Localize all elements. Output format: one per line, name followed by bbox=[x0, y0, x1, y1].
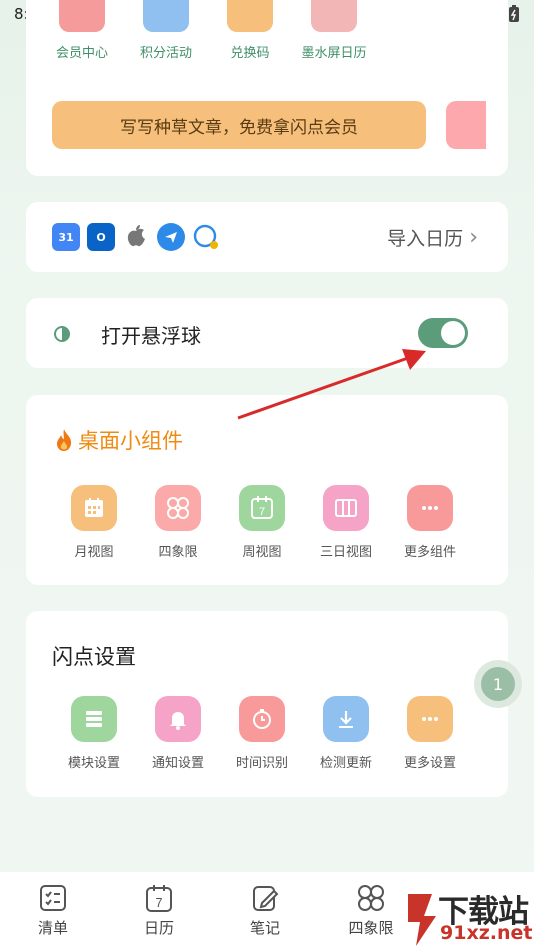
nav-checklist[interactable]: 清单 bbox=[0, 872, 106, 950]
floating-ball[interactable]: 1 bbox=[474, 660, 522, 708]
widgets-title: 桌面小组件 bbox=[54, 425, 183, 455]
setting-notification[interactable]: 通知设置 bbox=[136, 696, 220, 771]
bell-icon bbox=[155, 696, 201, 742]
member-card: 会员中心 积分活动 兑换码 墨水屏日历 写写种草文章，免费拿闪点会员 bbox=[26, 0, 508, 176]
chat-sync-icon bbox=[192, 223, 220, 251]
more-icon bbox=[407, 485, 453, 531]
setting-more[interactable]: 更多设置 bbox=[388, 696, 472, 771]
quick-item-label: 会员中心 bbox=[55, 46, 108, 61]
site-watermark: 下载站 91xz.net bbox=[402, 886, 534, 950]
widget-label: 周视图 bbox=[242, 545, 282, 560]
calendar-7-icon: 7 bbox=[239, 485, 285, 531]
floating-ball-icon bbox=[54, 326, 70, 342]
floating-ball-toggle[interactable] bbox=[418, 318, 468, 348]
quadrant-icon bbox=[155, 485, 201, 531]
member-center-icon bbox=[59, 0, 105, 32]
widget-label: 四象限 bbox=[158, 545, 198, 560]
widget-label: 月视图 bbox=[74, 545, 114, 560]
import-calendar-label: 导入日历 bbox=[387, 228, 464, 250]
points-star-icon bbox=[143, 0, 189, 32]
floating-ball-count: 1 bbox=[481, 667, 515, 701]
calendar-day-number: 7 bbox=[155, 895, 162, 910]
quick-entry-row: 会员中心 积分活动 兑换码 墨水屏日历 bbox=[40, 0, 376, 61]
setting-label: 模块设置 bbox=[67, 756, 120, 771]
widget-month-view[interactable]: 月视图 bbox=[52, 485, 136, 560]
promo-banner-next[interactable] bbox=[446, 101, 486, 149]
widget-quadrant[interactable]: 四象限 bbox=[136, 485, 220, 560]
quick-item-redeem-code[interactable]: 兑换码 bbox=[208, 0, 292, 61]
quick-item-label: 兑换码 bbox=[230, 46, 270, 61]
chevron-right-icon: › bbox=[469, 225, 478, 250]
fire-icon bbox=[57, 429, 72, 451]
quick-item-member-center[interactable]: 会员中心 bbox=[40, 0, 124, 61]
floating-ball-card: 打开悬浮球 bbox=[26, 298, 508, 368]
widget-label: 三日视图 bbox=[319, 545, 372, 560]
setting-label: 更多设置 bbox=[403, 756, 456, 771]
widget-week-view[interactable]: 7 周视图 bbox=[220, 485, 304, 560]
setting-label: 通知设置 bbox=[151, 756, 204, 771]
setting-label: 检测更新 bbox=[319, 756, 372, 771]
settings-title: 闪点设置 bbox=[52, 645, 136, 669]
setting-label: 时间识别 bbox=[235, 756, 288, 771]
send-icon bbox=[157, 223, 185, 251]
eink-calendar-icon bbox=[311, 0, 357, 32]
quick-item-label: 积分活动 bbox=[139, 46, 192, 61]
widgets-row: 月视图 四象限 7 周视图 三日视图 更多组件 bbox=[52, 485, 472, 560]
quick-item-label: 墨水屏日历 bbox=[301, 46, 367, 61]
svg-text:7: 7 bbox=[259, 506, 265, 518]
list-icon bbox=[71, 696, 117, 742]
outlook-icon: O bbox=[87, 223, 115, 251]
nav-label: 日历 bbox=[143, 919, 174, 937]
calendar-source-icons: 31 O bbox=[52, 223, 220, 251]
stopwatch-icon bbox=[239, 696, 285, 742]
setting-module[interactable]: 模块设置 bbox=[52, 696, 136, 771]
widgets-title-text: 桌面小组件 bbox=[78, 429, 183, 453]
flash-settings-card: 闪点设置 模块设置 通知设置 时间识别 检测更新 更多设置 bbox=[26, 611, 508, 797]
quick-item-points-activity[interactable]: 积分活动 bbox=[124, 0, 208, 61]
setting-time-recognition[interactable]: 时间识别 bbox=[220, 696, 304, 771]
floating-ball-label: 打开悬浮球 bbox=[101, 324, 201, 348]
download-icon bbox=[323, 696, 369, 742]
quick-item-eink-calendar[interactable]: 墨水屏日历 bbox=[292, 0, 376, 61]
gift-code-icon bbox=[227, 0, 273, 32]
promo-banner[interactable]: 写写种草文章，免费拿闪点会员 bbox=[52, 101, 426, 149]
three-column-icon bbox=[323, 485, 369, 531]
checklist-icon bbox=[40, 885, 66, 911]
desktop-widgets-card: 桌面小组件 月视图 四象限 7 周视图 三日视图 更多组件 bbox=[26, 395, 508, 585]
setting-check-update[interactable]: 检测更新 bbox=[304, 696, 388, 771]
nav-label: 笔记 bbox=[249, 919, 280, 937]
apple-icon bbox=[122, 223, 150, 251]
calendar-grid-icon bbox=[71, 485, 117, 531]
toggle-knob bbox=[441, 321, 465, 345]
import-calendar-link[interactable]: 导入日历 › bbox=[387, 224, 478, 251]
quadrant-icon bbox=[358, 885, 384, 911]
calendar-icon: 7 bbox=[146, 885, 172, 912]
google-calendar-icon: 31 bbox=[52, 223, 80, 251]
battery-icon bbox=[508, 5, 520, 27]
watermark-logo-icon bbox=[408, 894, 436, 946]
nav-label: 四象限 bbox=[348, 919, 394, 937]
nav-label: 清单 bbox=[37, 919, 68, 937]
widget-more[interactable]: 更多组件 bbox=[388, 485, 472, 560]
nav-notes[interactable]: 笔记 bbox=[212, 872, 318, 950]
settings-row: 模块设置 通知设置 时间识别 检测更新 更多设置 bbox=[52, 696, 472, 771]
note-icon bbox=[253, 886, 279, 911]
widget-three-day-view[interactable]: 三日视图 bbox=[304, 485, 388, 560]
nav-calendar[interactable]: 7 日历 bbox=[106, 872, 212, 950]
more-icon bbox=[407, 696, 453, 742]
watermark-bottom-text: 91xz.net bbox=[440, 922, 533, 944]
widget-label: 更多组件 bbox=[403, 545, 456, 560]
import-calendar-card[interactable]: 31 O 导入日历 › bbox=[26, 202, 508, 272]
